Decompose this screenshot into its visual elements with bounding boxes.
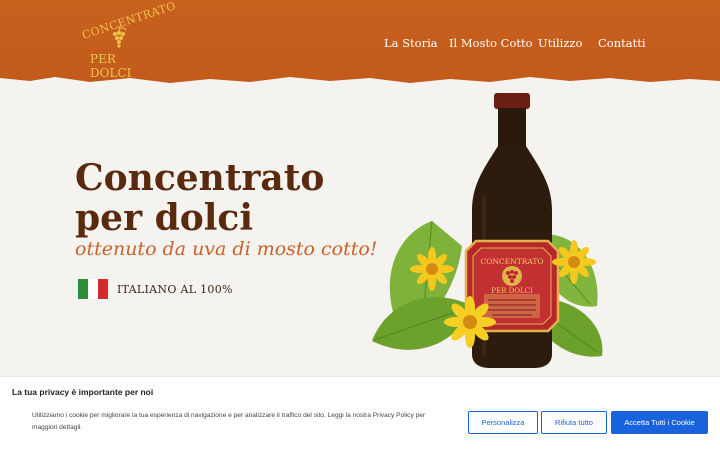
italy-flag-icon bbox=[78, 279, 108, 299]
nav-il-mosto-cotto[interactable]: Il Mosto Cotto bbox=[449, 36, 533, 50]
cookie-text: Utilizziamo i cookie per migliorare la t… bbox=[32, 412, 426, 431]
made-in-italy-label: ITALIANO AL 100% bbox=[117, 283, 233, 296]
nav-contatti[interactable]: Contatti bbox=[598, 36, 646, 50]
hero-title-line2: per dolci bbox=[75, 197, 254, 239]
hero-title: Concentrato per dolci bbox=[75, 158, 395, 238]
bottle-label-line2: PER DOLCI bbox=[491, 287, 533, 295]
main-nav: La Storia Il Mosto Cotto Utilizzo Contat… bbox=[0, 36, 720, 52]
nav-utilizzo[interactable]: Utilizzo bbox=[538, 36, 582, 50]
cookie-banner: La tua privacy è importante per noi Util… bbox=[0, 376, 720, 450]
hero-section: Concentrato per dolci ottenuto da uva di… bbox=[0, 86, 720, 376]
customize-button[interactable]: Personalizza bbox=[468, 411, 538, 434]
reject-all-button[interactable]: Rifiuta tutto bbox=[541, 411, 607, 434]
product-bottle-image: CONCENTRATO PER DOLCI bbox=[372, 93, 603, 368]
hero-subtitle: ottenuto da uva di mosto cotto! bbox=[75, 238, 378, 260]
nav-la-storia[interactable]: La Storia bbox=[384, 36, 438, 50]
site-header: CONCENTRATO PER DOLCI La Storia Il Mosto… bbox=[0, 0, 720, 90]
bottle-label-line1: CONCENTRATO bbox=[480, 257, 543, 266]
accept-all-button[interactable]: Accetta Tutti i Cookie bbox=[611, 411, 708, 434]
hero-title-line1: Concentrato bbox=[75, 157, 325, 199]
cookie-title: La tua privacy è importante per noi bbox=[12, 387, 154, 397]
